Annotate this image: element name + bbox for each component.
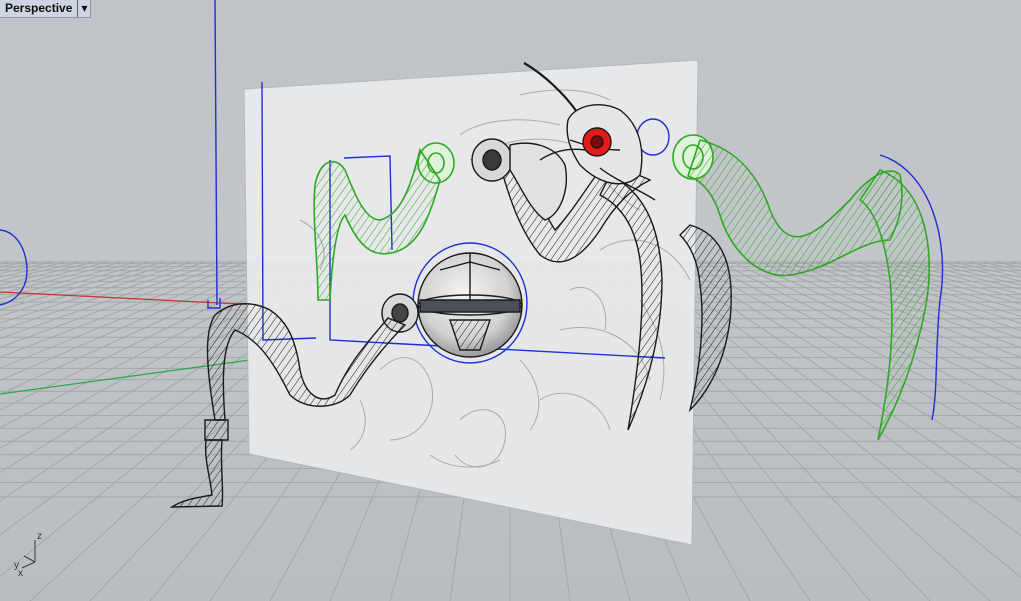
grid-line (0, 261, 11, 265)
viewport-title[interactable]: Perspective (0, 0, 77, 17)
grid-line (0, 261, 53, 275)
chevron-down-icon[interactable]: ▼ (77, 0, 90, 17)
viewport-title-tab[interactable]: Perspective ▼ (0, 0, 92, 18)
grid-line (0, 261, 178, 317)
grid-line (717, 261, 1021, 411)
z-axis-line (214, 0, 218, 306)
grid-line (0, 261, 94, 286)
grid-line (1009, 261, 1021, 265)
grid-line (967, 261, 1021, 275)
grid-line (759, 261, 1021, 370)
grid-line (926, 261, 1021, 286)
grid-line (690, 261, 1021, 450)
3d-scene[interactable]: z y x (0, 0, 1021, 601)
axis-triad (21, 540, 36, 569)
grid-line (842, 261, 1021, 318)
perspective-viewport[interactable]: z y x Perspective ▼ (0, 0, 1021, 601)
triad-x-label: x (18, 568, 23, 579)
triad-z-label: z (37, 531, 42, 542)
